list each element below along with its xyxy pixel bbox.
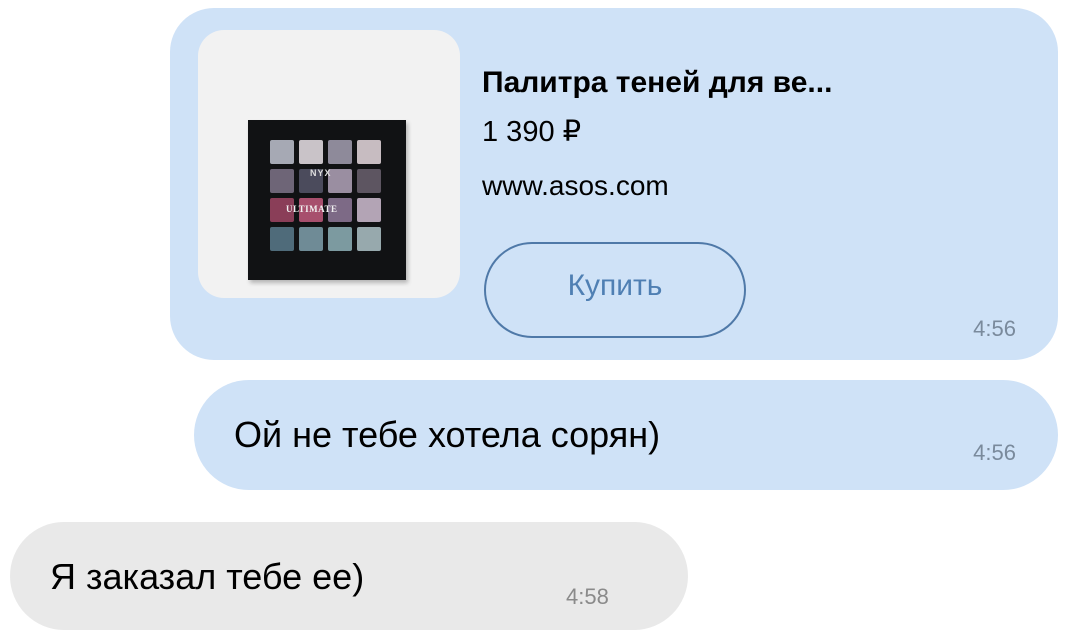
message-timestamp: 4:58 — [566, 584, 609, 609]
palette-swatch — [299, 227, 323, 251]
product-price: 1 390 ₽ — [482, 116, 582, 148]
palette-brand-label: NYX — [310, 168, 332, 178]
outgoing-message-bubble[interactable]: Ой не тебе хотела сорян) 4:56 — [194, 380, 1058, 490]
palette-swatch — [357, 198, 381, 222]
product-title[interactable]: Палитра теней для ве... — [482, 66, 832, 100]
palette-swatch — [357, 227, 381, 251]
incoming-message-bubble[interactable]: Я заказал тебе ее) 4:58 — [10, 522, 688, 630]
palette-swatch — [299, 140, 323, 164]
palette-swatch — [328, 227, 352, 251]
palette-swatch — [357, 140, 381, 164]
eyeshadow-palette-image: NYX ULTIMATE — [248, 120, 406, 280]
palette-name-label: ULTIMATE — [286, 204, 338, 214]
product-url-link[interactable]: www.asos.com — [482, 170, 669, 202]
palette-swatches — [270, 140, 382, 251]
palette-swatch — [328, 140, 352, 164]
product-image[interactable]: NYX ULTIMATE — [198, 30, 460, 298]
palette-swatch — [328, 169, 352, 193]
message-timestamp: 4:56 — [973, 316, 1016, 341]
message-timestamp: 4:56 — [973, 440, 1016, 465]
palette-swatch — [270, 140, 294, 164]
buy-button[interactable]: Купить — [484, 242, 746, 338]
palette-swatch — [270, 227, 294, 251]
palette-swatch — [270, 169, 294, 193]
palette-swatch — [357, 169, 381, 193]
message-text: Ой не тебе хотела сорян) — [234, 414, 661, 455]
product-card-message[interactable]: NYX ULTIMATE Палитра теней для ве... 1 3… — [170, 8, 1058, 360]
message-text: Я заказал тебе ее) — [50, 556, 365, 597]
